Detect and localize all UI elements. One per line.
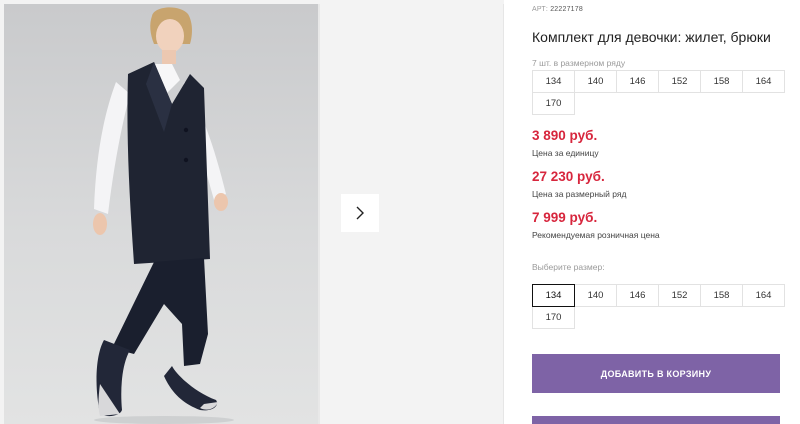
article-value: 22227178 (550, 6, 583, 13)
size-row-cell: 170 (532, 92, 575, 115)
article-number: АРТ: 22227178 (532, 6, 583, 13)
add-to-cart-button[interactable]: Добавить в корзину (532, 354, 780, 393)
girl-in-suit-image (93, 7, 234, 424)
size-row-cell: 140 (574, 70, 617, 93)
size-row-cell: 152 (658, 70, 701, 93)
size-selector: 134 140 146 152 158 164 170 (532, 284, 785, 329)
retail-price: 7 999 руб. (532, 210, 598, 225)
size-row-price: 27 230 руб. (532, 169, 605, 184)
size-option-170[interactable]: 170 (532, 306, 575, 329)
size-option-158[interactable]: 158 (700, 284, 743, 307)
product-title: Комплект для девочки: жилет, брюки (532, 29, 771, 45)
size-row-cell: 146 (616, 70, 659, 93)
size-option-140[interactable]: 140 (574, 284, 617, 307)
product-gallery (0, 0, 504, 424)
size-row-price-note: Цена за размерный ряд (532, 189, 627, 199)
size-option-164[interactable]: 164 (742, 284, 785, 307)
chevron-right-icon (356, 206, 364, 220)
product-info-panel: АРТ: 22227178 Комплект для девочки: жиле… (532, 0, 800, 424)
size-row-grid: 134 140 146 152 158 164 170 (532, 70, 785, 115)
choose-size-label: Выберите размер: (532, 262, 605, 272)
size-option-146[interactable]: 146 (616, 284, 659, 307)
size-option-152[interactable]: 152 (658, 284, 701, 307)
size-row-cell: 158 (700, 70, 743, 93)
retail-price-note: Рекомендуемая розничная цена (532, 230, 660, 240)
article-label: АРТ: (532, 6, 549, 13)
size-row-cell: 134 (532, 70, 575, 93)
size-row-cell: 164 (742, 70, 785, 93)
secondary-action-button[interactable] (532, 416, 780, 424)
unit-price-note: Цена за единицу (532, 148, 599, 158)
gallery-next-button[interactable] (341, 194, 379, 232)
unit-price: 3 890 руб. (532, 128, 598, 143)
size-row-label: 7 шт. в размерном ряду (532, 58, 626, 68)
size-option-134[interactable]: 134 (532, 284, 575, 307)
product-photo[interactable] (4, 4, 318, 424)
